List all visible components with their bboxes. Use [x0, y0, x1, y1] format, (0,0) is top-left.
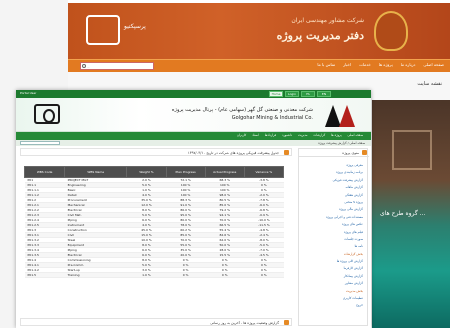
- sidebar-icon: [362, 150, 367, 155]
- nav-item[interactable]: مدیریت: [298, 133, 307, 137]
- sidebar-link[interactable]: مستندات فنی و اجرایی پروژه: [301, 215, 363, 222]
- back-nav-item[interactable]: صفحه اصلی: [423, 62, 444, 67]
- back-nav-item[interactable]: پروژه ها: [379, 62, 393, 67]
- front-portal-window[interactable]: Portal User Home Login FA EN شرکت معدنی و ص…: [16, 90, 371, 328]
- back-nav-item[interactable]: اخبار: [343, 62, 351, 67]
- sidebar-link[interactable]: نامه ها: [301, 244, 363, 251]
- front-top-bar: Portal User Home Login FA EN: [16, 90, 371, 98]
- tab-login[interactable]: Login: [285, 91, 299, 97]
- table-cell: 0 %: [205, 272, 245, 278]
- top-tabs: Home Login FA EN: [269, 91, 331, 97]
- tab-home[interactable]: Home: [269, 91, 283, 97]
- sidebar-link[interactable]: صورت جلسات: [301, 237, 363, 244]
- footer-panel-title: گزارش وضعیت پروژه ها - آخرین به روز رسان…: [210, 321, 279, 325]
- table-row[interactable]: P01.5 Training 1.0 % 0 % 0 % 0 %: [24, 272, 284, 278]
- sidebar-link[interactable]: گزارش کارفرما: [301, 266, 363, 273]
- back-breadcrumb[interactable]: نقشه سایت: [417, 81, 442, 87]
- footer-panel-header: گزارش وضعیت پروژه ها - آخرین به روز رسان…: [20, 318, 292, 326]
- nav-item[interactable]: صفحه اصلی: [348, 133, 363, 137]
- column-header[interactable]: Plan Progress: [165, 166, 206, 178]
- column-header[interactable]: WBS Code: [23, 166, 66, 178]
- sidebar-menu: معرفی پروژه برنامه زمانبندی پروژه گزارش پی…: [301, 163, 363, 311]
- sidebar-link[interactable]: گزارش هفتگی: [301, 193, 363, 200]
- front-header: شرکت معدنی و صنعتی گل گهر (سهامی عام) - …: [16, 98, 371, 132]
- panel-icon: [284, 320, 289, 325]
- nav-item[interactable]: داشبورد: [282, 133, 292, 137]
- sidebar-link[interactable]: منحنی S پروژه: [301, 200, 363, 207]
- sidebar-link[interactable]: گزارش پیمانکار: [301, 274, 363, 281]
- search-icon[interactable]: [82, 64, 86, 68]
- nav-item[interactable]: پروژه ها: [331, 133, 341, 137]
- nav-item[interactable]: کاربران: [237, 133, 246, 137]
- front-nav-menu: صفحه اصلی پروژه ها گزارشات مدیریت داشبورد قرا…: [237, 133, 363, 137]
- back-brand-small: شرکت مشاور مهندسی ایران: [291, 17, 364, 24]
- image-caption: گروه طرح های ...: [380, 210, 426, 217]
- table-cell: Training: [64, 272, 127, 278]
- column-header[interactable]: WBS Name: [64, 166, 128, 178]
- sidebar-link[interactable]: گزارش پیشرفت فیزیکی: [301, 178, 363, 185]
- sidebar-header: منوی پروژه: [299, 149, 369, 157]
- sidebar-link[interactable]: گزارش کلی پروژه ها: [301, 259, 363, 266]
- main-content: جدول پیشرفت فیزیکی پروژه های شرکت در تار…: [20, 148, 292, 326]
- main-panel-header: جدول پیشرفت فیزیکی پروژه های شرکت در تار…: [20, 148, 292, 156]
- nav-item[interactable]: گزارشات: [314, 133, 326, 137]
- desktop-stage: پرسپکتیو شرکت مشاور مهندسی ایران دفتر مد…: [0, 0, 450, 328]
- sidebar-link[interactable]: عکس های پروژه: [301, 222, 363, 229]
- background-portal-window[interactable]: پرسپکتیو شرکت مشاور مهندسی ایران دفتر مد…: [68, 0, 450, 100]
- back-nav-item[interactable]: خدمات: [359, 62, 371, 67]
- back-search-input[interactable]: [87, 64, 147, 69]
- back-search-box[interactable]: [80, 62, 154, 70]
- sidebar-link[interactable]: تنظیمات کاربری: [301, 296, 363, 303]
- front-breadcrumb[interactable]: صفحه اصلی / گزارش پیشرفت پروژه: [318, 141, 365, 145]
- nav-item[interactable]: قراردادها: [265, 133, 276, 137]
- image-decoration: [392, 130, 432, 170]
- table-header-row: WBS Code WBS Name Weight % Plan Progress Act…: [23, 166, 285, 178]
- column-header[interactable]: Variance %: [243, 166, 285, 178]
- progress-table: WBS Code WBS Name Weight % Plan Progress Act…: [23, 166, 285, 278]
- sidebar-link[interactable]: گزارش ماهانه: [301, 185, 363, 192]
- back-logo: [86, 15, 120, 45]
- company-title-en: Golgohar Mining & Industrial Co.: [231, 115, 313, 121]
- account-label[interactable]: Portal User: [20, 91, 36, 95]
- company-mark-icon: [321, 103, 357, 127]
- nav-item[interactable]: اسناد: [252, 133, 259, 137]
- tab-fa[interactable]: FA: [301, 91, 315, 97]
- back-brand-title: دفتر مدیریت پروژه: [276, 29, 364, 42]
- sidebar-section-heading: بخش گزارشات: [343, 251, 363, 256]
- back-navbar: صفحه اصلی درباره ما پروژه ها خدمات اخبار تماس…: [68, 59, 450, 72]
- tab-en[interactable]: EN: [317, 91, 331, 97]
- sidebar-title: منوی پروژه: [342, 151, 359, 155]
- back-nav-item[interactable]: تماس با ما: [317, 62, 335, 67]
- column-header[interactable]: Actual Progress: [204, 166, 245, 178]
- front-logo-icon[interactable]: [34, 104, 60, 124]
- back-nav-item[interactable]: درباره ما: [401, 62, 416, 67]
- table-cell: 0 %: [244, 272, 284, 278]
- back-logo-text: پرسپکتیو: [124, 23, 146, 30]
- front-search-input[interactable]: [20, 141, 60, 145]
- side-background-image: گروه طرح های ...: [372, 100, 450, 328]
- column-header[interactable]: Weight %: [126, 166, 167, 178]
- table-cell: 1.0 %: [126, 272, 167, 278]
- sidebar-link[interactable]: خروج: [301, 303, 363, 310]
- panel-icon: [284, 150, 289, 155]
- sidebar: منوی پروژه معرفی پروژه برنامه زمانبندی پر…: [298, 148, 369, 326]
- table-cell: 0 %: [166, 272, 206, 278]
- sidebar-section-heading: بخش مدیریت: [345, 288, 363, 293]
- sidebar-link[interactable]: گزارش مشاور: [301, 281, 363, 288]
- company-title-fa: شرکت معدنی و صنعتی گل گهر (سهامی عام) - …: [171, 107, 313, 113]
- sidebar-link[interactable]: فیلم های پروژه: [301, 230, 363, 237]
- sidebar-link[interactable]: گزارش مالی پروژه: [301, 207, 363, 214]
- emblem-icon: [374, 11, 408, 51]
- back-header: پرسپکتیو شرکت مشاور مهندسی ایران دفتر مد…: [68, 3, 450, 59]
- front-sub-bar: صفحه اصلی / گزارش پیشرفت پروژه: [16, 140, 371, 146]
- front-nav-bar: صفحه اصلی پروژه ها گزارشات مدیریت داشبورد قرا…: [16, 132, 371, 140]
- sidebar-link[interactable]: معرفی پروژه: [301, 163, 363, 170]
- sidebar-link[interactable]: برنامه زمانبندی پروژه: [301, 170, 363, 177]
- table-cell: P01.5: [24, 272, 65, 278]
- main-panel-title: جدول پیشرفت فیزیکی پروژه های شرکت در تار…: [187, 151, 279, 155]
- back-nav-menu: صفحه اصلی درباره ما پروژه ها خدمات اخبار تماس…: [317, 62, 444, 67]
